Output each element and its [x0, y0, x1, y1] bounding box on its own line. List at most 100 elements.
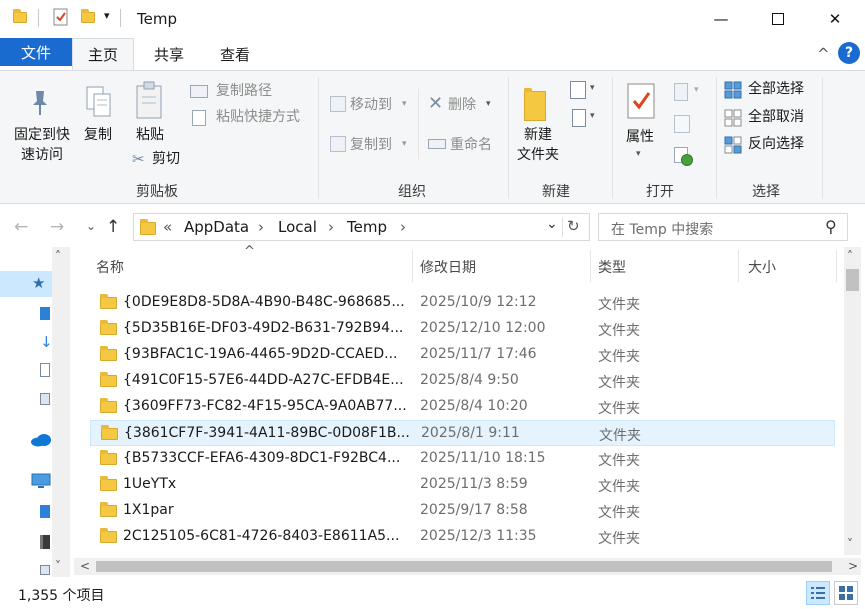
refresh-icon[interactable]: ↻: [567, 217, 580, 235]
file-row[interactable]: {5D35B16E-DF03-49D2-B631-792B94... 2025/1…: [90, 316, 835, 342]
nav-scrollbar[interactable]: ˄ ˅: [52, 247, 70, 577]
file-row[interactable]: {93BFAC1C-19A6-4465-9D2D-CCAED... 2025/11…: [90, 342, 835, 368]
file-name[interactable]: {3609FF73-FC82-4F15-95CA-9A0AB77...: [123, 398, 407, 414]
delete-button[interactable]: ✕ 删除 ▾: [426, 93, 498, 117]
address-dropdown-icon[interactable]: ⌄: [546, 216, 558, 232]
cut-button[interactable]: ✂ 剪切: [130, 149, 190, 171]
file-name[interactable]: {491C0F15-57E6-44DD-A27C-EFDB4E...: [123, 372, 404, 388]
new-folder-quick-icon[interactable]: [80, 8, 98, 26]
file-row[interactable]: {3609FF73-FC82-4F15-95CA-9A0AB77... 2025/…: [90, 394, 835, 420]
scroll-right-icon[interactable]: >: [848, 559, 858, 573]
scroll-up-icon[interactable]: ˄: [55, 249, 61, 263]
column-divider[interactable]: [412, 250, 413, 282]
vertical-scroll-thumb[interactable]: [846, 269, 859, 291]
paste-shortcut-button[interactable]: 粘贴快捷方式: [190, 107, 315, 129]
column-type[interactable]: 类型: [598, 257, 626, 277]
paste-button[interactable]: 粘贴: [126, 81, 172, 151]
file-name[interactable]: 1UeYTx: [123, 476, 176, 492]
history-button[interactable]: [672, 145, 698, 171]
horizontal-scrollbar[interactable]: < >: [74, 558, 861, 575]
move-to-button[interactable]: 移动到 ▾: [328, 93, 414, 117]
breadcrumb-overflow[interactable]: «: [163, 218, 172, 236]
select-none-button[interactable]: 全部取消: [724, 107, 814, 129]
maximize-button[interactable]: [754, 0, 802, 38]
nav-item-quick-access[interactable]: ★: [0, 271, 52, 297]
quick-access-dropdown-icon[interactable]: ▾: [104, 9, 110, 22]
up-button[interactable]: ↑: [106, 217, 120, 237]
documents-icon[interactable]: [40, 363, 50, 377]
column-divider[interactable]: [590, 250, 591, 282]
this-pc-icon[interactable]: [31, 473, 51, 489]
scroll-left-icon[interactable]: <: [80, 559, 90, 573]
tab-view[interactable]: 查看: [206, 38, 264, 70]
onedrive-icon[interactable]: [30, 433, 52, 447]
file-name[interactable]: {93BFAC1C-19A6-4465-9D2D-CCAED...: [123, 346, 398, 362]
file-name[interactable]: {B5733CCF-EFA6-4309-8DC1-F92BC4...: [123, 450, 400, 466]
pc-desktop-icon[interactable]: [40, 505, 50, 518]
breadcrumb-temp[interactable]: Temp: [347, 218, 387, 236]
file-name[interactable]: 2C125105-6C81-4726-8403-E8611A5...: [123, 528, 399, 544]
scroll-down-icon[interactable]: ˅: [847, 537, 853, 551]
collapse-ribbon-icon[interactable]: ^: [817, 45, 830, 63]
breadcrumb-separator[interactable]: ›: [258, 218, 264, 236]
properties-quick-icon[interactable]: [52, 8, 70, 26]
file-row[interactable]: 2C125105-6C81-4726-8403-E8611A5... 2025/1…: [90, 524, 835, 550]
pictures-icon[interactable]: [40, 393, 50, 405]
search-icon[interactable]: ⚲: [825, 217, 837, 236]
select-all-button[interactable]: 全部选择: [724, 79, 814, 101]
column-divider[interactable]: [836, 250, 837, 282]
file-name[interactable]: 1X1par: [123, 502, 174, 518]
easy-access-button[interactable]: ▾: [566, 107, 602, 131]
tab-file[interactable]: 文件: [0, 38, 72, 66]
scroll-up-icon[interactable]: ˄: [847, 249, 853, 263]
large-icons-view-button[interactable]: [834, 581, 858, 605]
help-icon[interactable]: ?: [838, 42, 860, 64]
folder-icon: [100, 450, 117, 465]
file-name[interactable]: {5D35B16E-DF03-49D2-B631-792B94...: [123, 320, 403, 336]
file-row[interactable]: {3861CF7F-3941-4A11-89BC-0D08F1B... 2025/…: [90, 420, 835, 446]
column-date-modified[interactable]: 修改日期: [420, 257, 476, 277]
search-box[interactable]: 在 Temp 中搜索 ⚲: [598, 213, 848, 241]
file-row[interactable]: {491C0F15-57E6-44DD-A27C-EFDB4E... 2025/8…: [90, 368, 835, 394]
breadcrumb-separator[interactable]: ›: [400, 218, 406, 236]
copy-path-button[interactable]: 复制路径: [190, 81, 310, 103]
invert-selection-button[interactable]: 反向选择: [724, 134, 814, 156]
file-name[interactable]: {3861CF7F-3941-4A11-89BC-0D08F1B...: [124, 425, 410, 441]
download-icon[interactable]: ↓: [40, 333, 53, 351]
desktop-icon[interactable]: [40, 307, 50, 320]
file-row[interactable]: 1X1par 2025/9/17 8:58 文件夹: [90, 498, 835, 524]
column-size[interactable]: 大小: [748, 257, 776, 277]
copy-button[interactable]: 复制: [78, 81, 120, 151]
column-name[interactable]: 名称: [96, 257, 124, 277]
videos-icon[interactable]: [40, 535, 50, 549]
new-item-button[interactable]: ▾: [566, 79, 602, 103]
tab-share[interactable]: 共享: [140, 38, 198, 70]
copy-to-button[interactable]: 复制到 ▾: [328, 133, 414, 157]
horizontal-scroll-thumb[interactable]: [96, 561, 832, 572]
column-divider[interactable]: [738, 250, 739, 282]
tab-home[interactable]: 主页: [72, 38, 134, 70]
close-button[interactable]: ✕: [811, 0, 859, 38]
new-folder-button[interactable]: 新建 文件夹: [512, 81, 564, 171]
properties-button[interactable]: 属性 ▾: [618, 81, 664, 171]
address-bar[interactable]: « AppData › Local › Temp › ⌄ ↻: [133, 213, 590, 241]
details-view-button[interactable]: [806, 581, 830, 605]
pictures-icon[interactable]: [40, 565, 50, 575]
rename-button[interactable]: 重命名: [426, 133, 502, 157]
breadcrumb-local[interactable]: Local: [278, 218, 317, 236]
minimize-button[interactable]: —: [697, 0, 745, 38]
breadcrumb-separator[interactable]: ›: [328, 218, 334, 236]
recent-locations-button[interactable]: ⌄: [86, 219, 96, 233]
back-button[interactable]: ←: [14, 217, 28, 237]
edit-button[interactable]: [672, 113, 696, 137]
file-row[interactable]: 1UeYTx 2025/11/3 8:59 文件夹: [90, 472, 835, 498]
file-name[interactable]: {0DE9E8D8-5D8A-4B90-B48C-968685...: [123, 294, 405, 310]
forward-button[interactable]: →: [50, 217, 64, 237]
open-button[interactable]: ▾: [672, 81, 708, 105]
vertical-scrollbar[interactable]: ˄ ˅: [844, 247, 861, 555]
pin-to-quick-access-button[interactable]: 固定到快 速访问: [8, 81, 74, 179]
file-row[interactable]: {B5733CCF-EFA6-4309-8DC1-F92BC4... 2025/1…: [90, 446, 835, 472]
file-row[interactable]: {0DE9E8D8-5D8A-4B90-B48C-968685... 2025/1…: [90, 290, 835, 316]
breadcrumb-appdata[interactable]: AppData: [184, 218, 249, 236]
scroll-down-icon[interactable]: ˅: [55, 559, 61, 573]
